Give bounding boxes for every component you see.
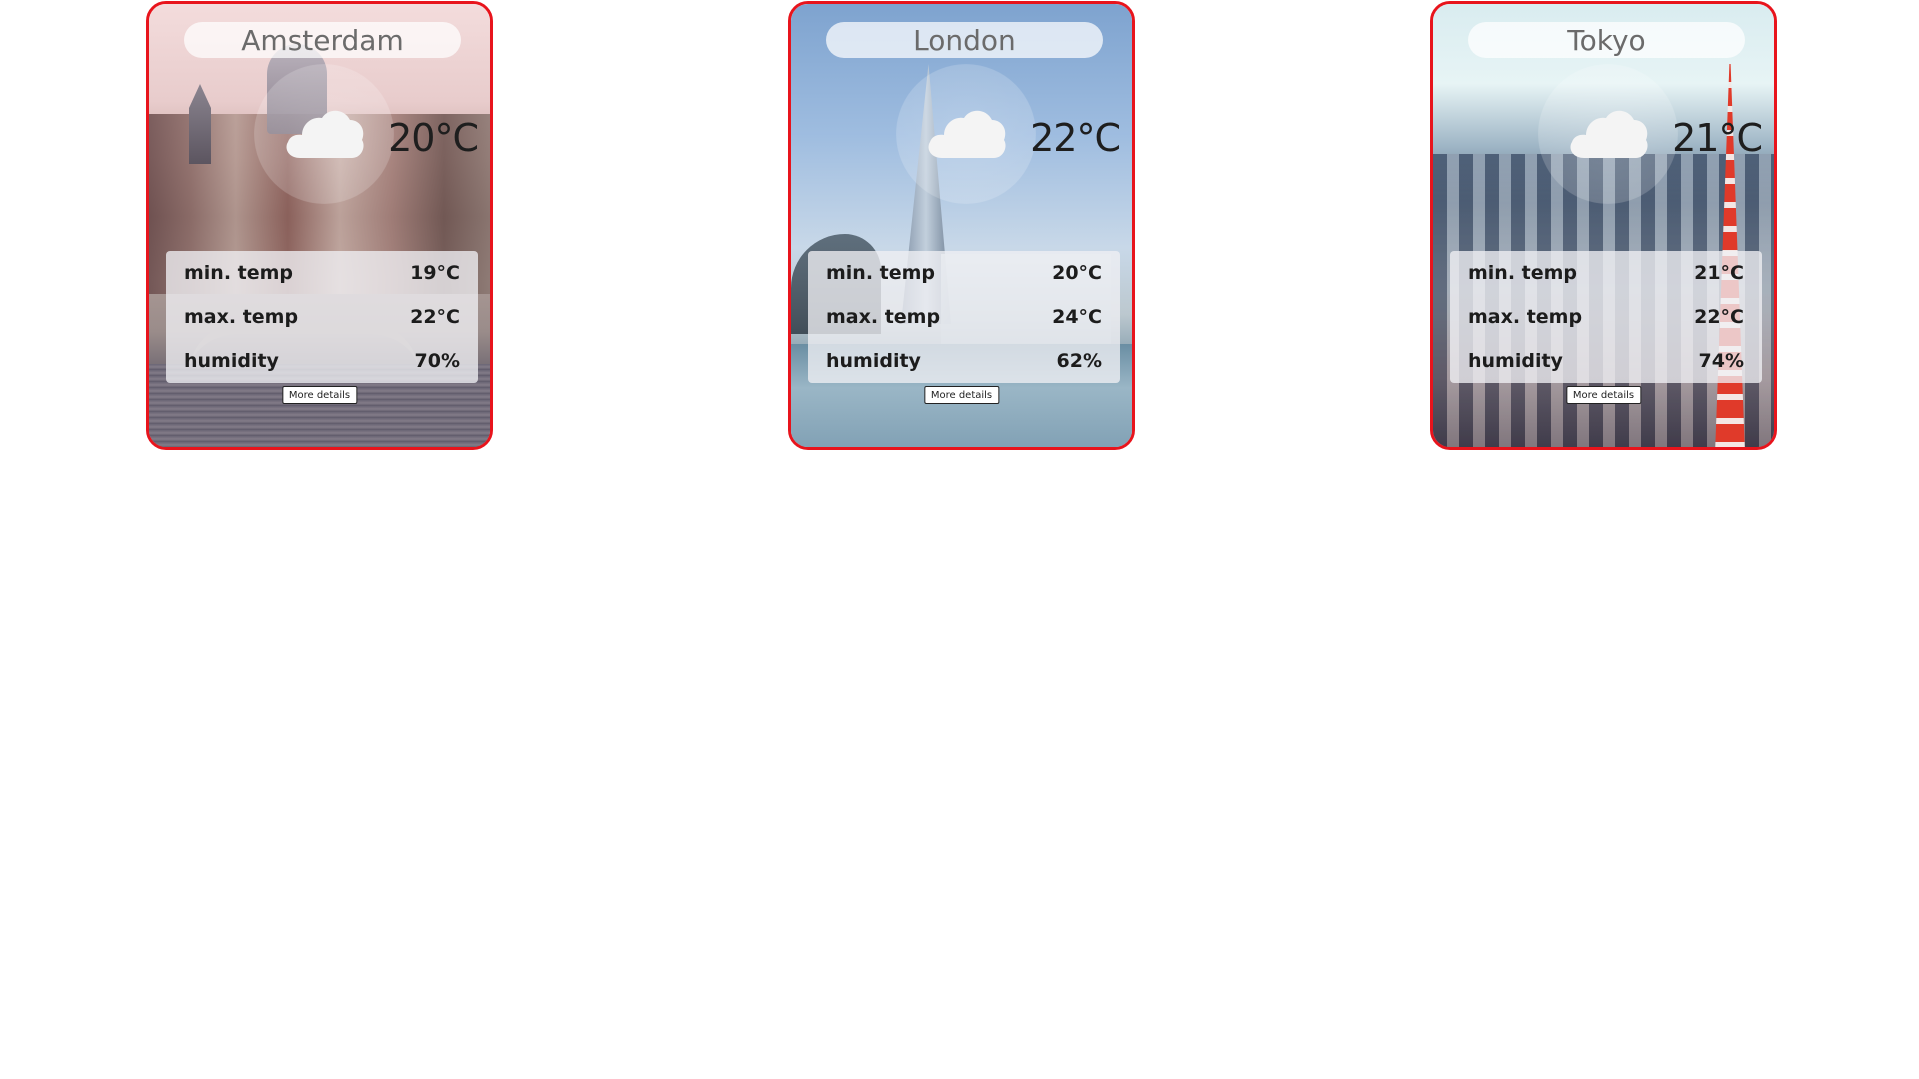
humidity-label: humidity — [184, 350, 279, 372]
weather-card-amsterdam: Amsterdam 20°C min. temp 19°C max. temp … — [146, 1, 493, 450]
max-temp-label: max. temp — [184, 306, 299, 328]
max-temp-value: 22°C — [410, 306, 460, 328]
min-temp-row: min. temp 19°C — [184, 251, 460, 295]
humidity-row: humidity 74% — [1468, 339, 1744, 383]
weather-card-london: London 22°C min. temp 20°C max. temp 24°… — [788, 1, 1135, 450]
current-temperature: 21°C — [1672, 116, 1763, 160]
weather-card-tokyo: Tokyo 21°C min. temp 21°C max. temp 22°C… — [1430, 1, 1777, 450]
cloud-icon — [1570, 110, 1648, 158]
max-temp-label: max. temp — [1468, 306, 1583, 328]
min-temp-row: min. temp 21°C — [1468, 251, 1744, 295]
min-temp-label: min. temp — [184, 262, 294, 284]
cloud-icon — [928, 110, 1006, 158]
max-temp-row: max. temp 24°C — [826, 295, 1102, 339]
weather-details-panel: min. temp 21°C max. temp 22°C humidity 7… — [1450, 251, 1762, 383]
humidity-label: humidity — [1468, 350, 1563, 372]
max-temp-row: max. temp 22°C — [184, 295, 460, 339]
city-name: Amsterdam — [184, 22, 461, 58]
min-temp-label: min. temp — [1468, 262, 1578, 284]
max-temp-value: 22°C — [1694, 306, 1744, 328]
min-temp-row: min. temp 20°C — [826, 251, 1102, 295]
max-temp-row: max. temp 22°C — [1468, 295, 1744, 339]
more-details-button[interactable]: More details — [923, 386, 1000, 404]
humidity-value: 74% — [1698, 350, 1744, 372]
max-temp-value: 24°C — [1052, 306, 1102, 328]
min-temp-value: 20°C — [1052, 262, 1102, 284]
weather-details-panel: min. temp 19°C max. temp 22°C humidity 7… — [166, 251, 478, 383]
min-temp-label: min. temp — [826, 262, 936, 284]
humidity-row: humidity 62% — [826, 339, 1102, 383]
city-name: Tokyo — [1468, 22, 1745, 58]
current-temperature: 22°C — [1030, 116, 1121, 160]
cloud-icon — [286, 110, 364, 158]
humidity-label: humidity — [826, 350, 921, 372]
current-temperature: 20°C — [388, 116, 479, 160]
city-name: London — [826, 22, 1103, 58]
weather-page: Amsterdam 20°C min. temp 19°C max. temp … — [0, 0, 1919, 1079]
humidity-value: 62% — [1056, 350, 1102, 372]
more-details-button[interactable]: More details — [281, 386, 358, 404]
humidity-value: 70% — [414, 350, 460, 372]
min-temp-value: 19°C — [410, 262, 460, 284]
min-temp-value: 21°C — [1694, 262, 1744, 284]
more-details-button[interactable]: More details — [1565, 386, 1642, 404]
humidity-row: humidity 70% — [184, 339, 460, 383]
weather-details-panel: min. temp 20°C max. temp 24°C humidity 6… — [808, 251, 1120, 383]
max-temp-label: max. temp — [826, 306, 941, 328]
